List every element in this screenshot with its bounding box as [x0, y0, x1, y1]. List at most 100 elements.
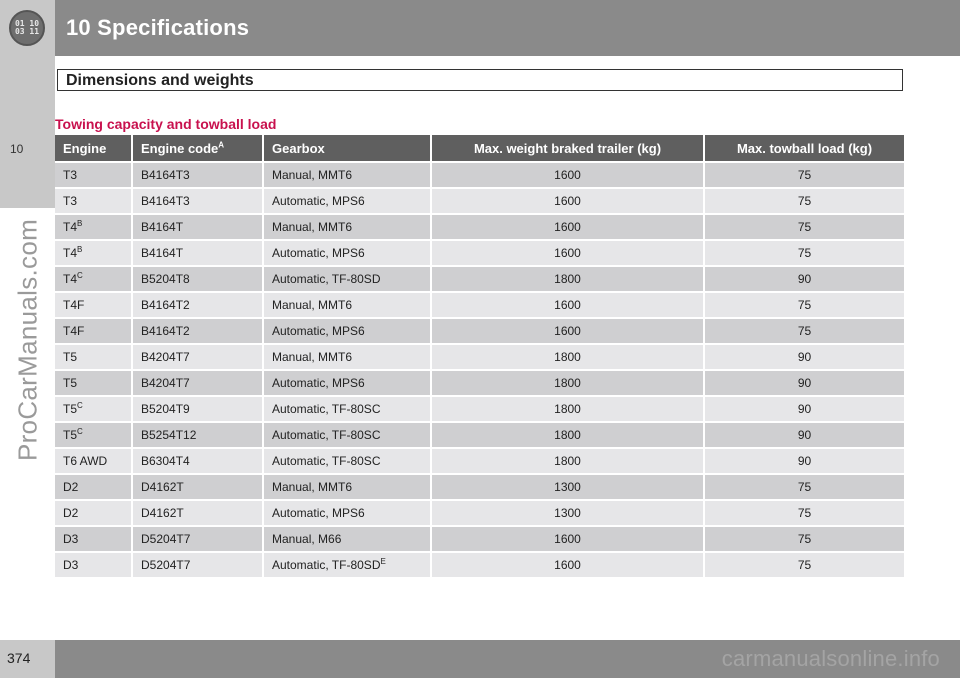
max-trailer-value: 1600 — [554, 168, 581, 182]
max-towball-value: 90 — [797, 402, 812, 416]
cell-engine: T4B — [55, 240, 133, 267]
cell-engine: T4F — [55, 318, 133, 345]
gearbox-footnote: E — [380, 557, 386, 566]
cell-max-towball: 90 — [704, 370, 906, 397]
max-towball-value: 75 — [797, 220, 812, 234]
table-title: Towing capacity and towball load — [55, 116, 277, 132]
cell-max-towball: 75 — [704, 318, 906, 345]
max-trailer-value: 1300 — [554, 506, 581, 520]
cell-max-towball: 90 — [704, 448, 906, 475]
header-badge-area: 01 10 03 11 — [0, 0, 55, 56]
cell-gearbox: Manual, MMT6 — [263, 214, 432, 241]
gearbox-value: Automatic, TF-80SC — [272, 454, 381, 468]
max-trailer-value: 1600 — [554, 532, 581, 546]
cell-gearbox: Automatic, MPS6 — [263, 188, 432, 215]
engine-footnote: B — [77, 219, 83, 228]
gearbox-value: Automatic, MPS6 — [272, 376, 365, 390]
cell-max-trailer: 1300 — [431, 474, 705, 501]
cell-engine: D3 — [55, 526, 133, 553]
table-row: T3 B4164T3 Automatic, MPS6 1600 75 — [55, 188, 906, 215]
max-towball-value: 75 — [797, 246, 812, 260]
engine-code-value: B4164T3 — [141, 168, 190, 182]
cell-engine: T5 — [55, 370, 133, 397]
engine-value: T4F — [63, 324, 85, 338]
cell-engine: T4B — [55, 214, 133, 241]
header-engine-code-label: Engine code — [141, 140, 219, 156]
gearbox-value: Manual, MMT6 — [272, 480, 353, 494]
header-max-towball: Max. towball load (kg) — [704, 135, 906, 163]
table-row: T5C B5254T12 Automatic, TF-80SC 1800 90 — [55, 422, 906, 449]
max-towball-value: 90 — [797, 428, 812, 442]
cell-engine: D3 — [55, 552, 133, 579]
cell-max-towball: 75 — [704, 474, 906, 501]
cell-max-trailer: 1600 — [431, 214, 705, 241]
engine-footnote: B — [77, 245, 83, 254]
table-row: T4B B4164T Automatic, MPS6 1600 75 — [55, 240, 906, 267]
engine-value: T5 — [63, 428, 78, 442]
gearbox-value: Automatic, TF-80SD — [272, 558, 381, 572]
cell-max-trailer: 1600 — [431, 162, 705, 189]
section-title: Dimensions and weights — [66, 72, 254, 89]
cell-gearbox: Automatic, MPS6 — [263, 318, 432, 345]
cell-max-towball: 90 — [704, 422, 906, 449]
cell-gearbox: Manual, MMT6 — [263, 162, 432, 189]
cell-engine-code: D4162T — [132, 474, 264, 501]
header-gearbox: Gearbox — [263, 135, 432, 163]
max-trailer-value: 1800 — [554, 428, 581, 442]
table-row: T4F B4164T2 Manual, MMT6 1600 75 — [55, 292, 906, 319]
table-row: T4B B4164T Manual, MMT6 1600 75 — [55, 214, 906, 241]
gearbox-value: Automatic, TF-80SD — [272, 272, 381, 286]
page-number: 374 — [7, 650, 31, 666]
badge-text: 01 10 03 11 — [14, 19, 40, 36]
cell-max-towball: 75 — [704, 214, 906, 241]
cell-max-towball: 90 — [704, 266, 906, 293]
table-row: T5 B4204T7 Automatic, MPS6 1800 90 — [55, 370, 906, 397]
engine-value: T3 — [63, 194, 78, 208]
header-engine: Engine — [55, 135, 133, 163]
engine-value: T4 — [63, 246, 78, 260]
max-towball-value: 90 — [797, 454, 812, 468]
cell-gearbox: Automatic, MPS6 — [263, 240, 432, 267]
engine-value: D3 — [63, 558, 79, 572]
engine-code-value: B5204T8 — [141, 272, 190, 286]
footer-watermark: carmanualsonline.info — [721, 646, 940, 671]
table-row: D2 D4162T Automatic, MPS6 1300 75 — [55, 500, 906, 527]
engine-code-value: B4164T2 — [141, 298, 190, 312]
cell-engine: T5 — [55, 344, 133, 371]
cell-max-trailer: 1600 — [431, 188, 705, 215]
engine-value: D2 — [63, 480, 79, 494]
engine-value: T5 — [63, 402, 78, 416]
cell-max-trailer: 1800 — [431, 370, 705, 397]
gearbox-value: Manual, MMT6 — [272, 298, 353, 312]
cell-gearbox: Manual, MMT6 — [263, 474, 432, 501]
max-trailer-value: 1600 — [554, 298, 581, 312]
engine-code-value: B4164T2 — [141, 324, 190, 338]
cell-engine: D2 — [55, 474, 133, 501]
table-row: T4C B5204T8 Automatic, TF-80SD 1800 90 — [55, 266, 906, 293]
cell-engine: T5C — [55, 396, 133, 423]
cell-gearbox: Manual, MMT6 — [263, 292, 432, 319]
gearbox-value: Automatic, MPS6 — [272, 324, 365, 338]
cell-engine-code: B5254T12 — [132, 422, 264, 449]
towing-capacity-table: Engine Engine codeA Gearbox Max. weight … — [55, 135, 906, 579]
cell-engine-code: B4164T3 — [132, 188, 264, 215]
engine-code-value: B6304T4 — [141, 454, 190, 468]
gearbox-value: Automatic, TF-80SC — [272, 402, 381, 416]
gearbox-value: Automatic, TF-80SC — [272, 428, 381, 442]
cell-engine: T6 AWD — [55, 448, 133, 475]
cell-engine: T3 — [55, 162, 133, 189]
gearbox-value: Manual, M66 — [272, 532, 342, 546]
max-trailer-value: 1800 — [554, 272, 581, 286]
table-row: T5C B5204T9 Automatic, TF-80SC 1800 90 — [55, 396, 906, 423]
gearbox-value: Automatic, MPS6 — [272, 246, 365, 260]
cell-engine-code: B6304T4 — [132, 448, 264, 475]
cell-max-towball: 75 — [704, 188, 906, 215]
cell-max-trailer: 1800 — [431, 422, 705, 449]
engine-code-value: B4204T7 — [141, 350, 190, 364]
max-towball-value: 75 — [797, 506, 812, 520]
max-towball-value: 90 — [797, 376, 812, 390]
engine-value: T3 — [63, 168, 78, 182]
max-towball-value: 90 — [797, 272, 812, 286]
cell-engine-code: B4164T3 — [132, 162, 264, 189]
section-heading-box: Dimensions and weights — [57, 69, 903, 91]
